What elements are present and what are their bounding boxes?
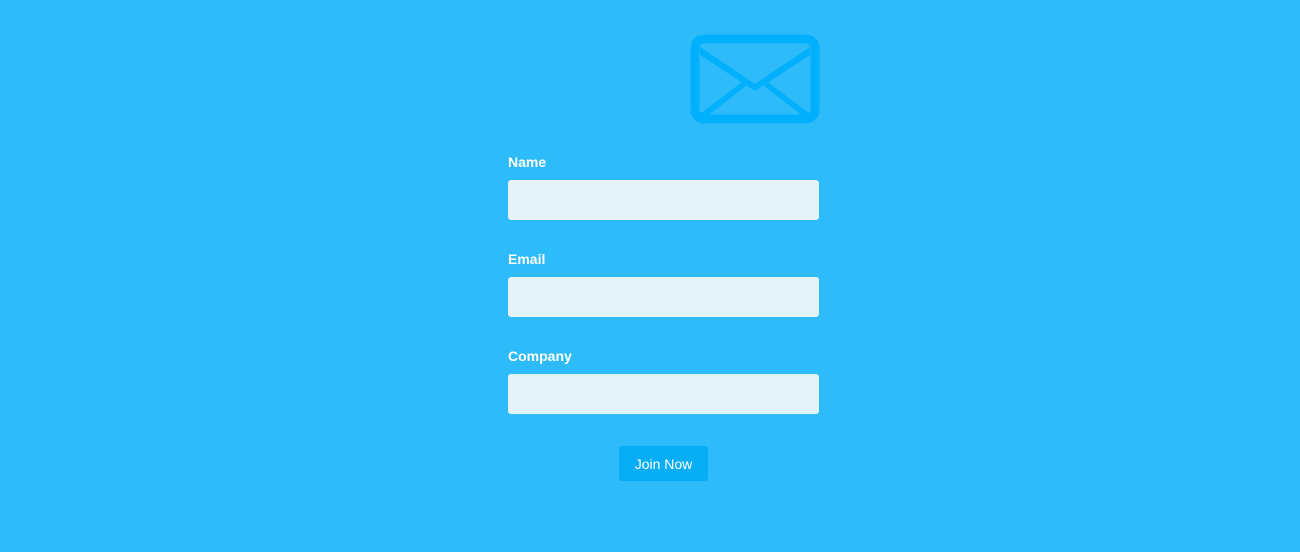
name-group: Name [508,152,819,220]
signup-form: Name Email Company [508,152,819,414]
name-label: Name [508,154,547,170]
company-label: Company [508,348,572,364]
name-input[interactable] [508,180,819,220]
company-input[interactable] [508,374,819,414]
company-group: Company [508,346,819,414]
email-input[interactable] [508,277,819,317]
envelope-icon [690,34,820,124]
join-now-button[interactable]: Join Now [619,446,708,481]
email-label: Email [508,251,546,267]
email-group: Email [508,249,819,317]
